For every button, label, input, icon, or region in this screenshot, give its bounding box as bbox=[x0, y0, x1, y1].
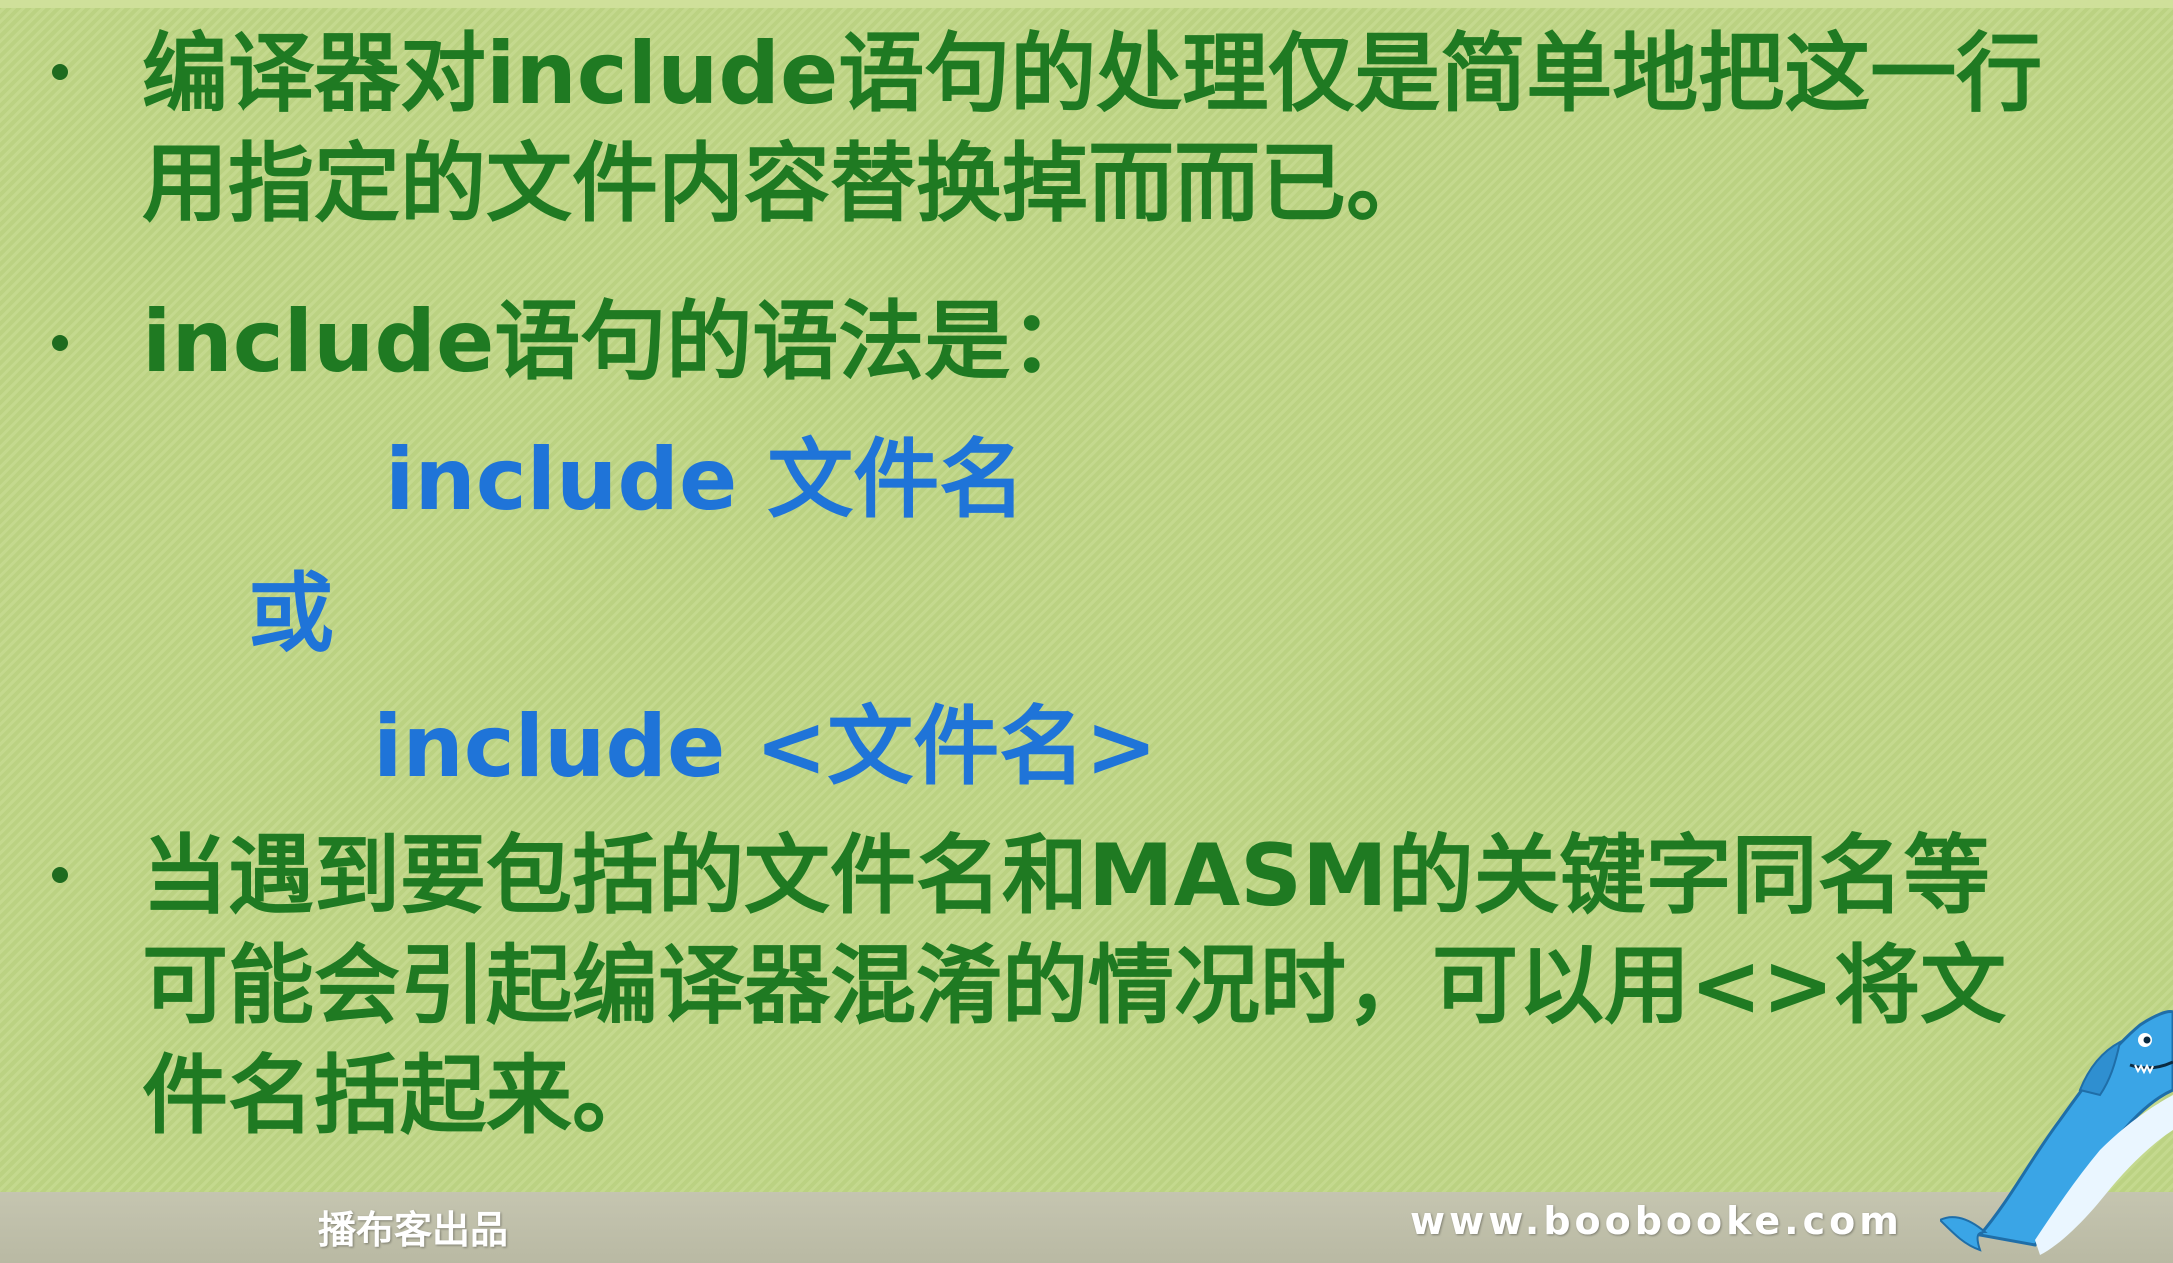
bullet-3-line-1: 当遇到要包括的文件名和MASM的关键字同名等 bbox=[142, 826, 1990, 926]
bullet-3-line-2: 可能会引起编译器混淆的情况时，可以用<>将文 bbox=[142, 936, 2007, 1036]
shark-mascot-icon bbox=[1940, 1010, 2173, 1255]
bullet-dot-3 bbox=[52, 867, 68, 883]
syntax-form-2: include <文件名> bbox=[373, 697, 1158, 797]
slide: 编译器对include语句的处理仅是简单地把这一行 用指定的文件内容替换掉而而已… bbox=[0, 0, 2173, 1263]
top-strip bbox=[0, 0, 2173, 8]
bullet-1-line-2: 用指定的文件内容替换掉而而已。 bbox=[142, 134, 1432, 234]
bullet-2-line-1: include语句的语法是： bbox=[142, 292, 1097, 392]
bullet-1-line-1: 编译器对include语句的处理仅是简单地把这一行 bbox=[142, 24, 2043, 124]
footer-site-url: www.boobooke.com bbox=[1410, 1199, 1903, 1243]
syntax-or: 或 bbox=[248, 564, 334, 664]
bullet-3-line-3: 件名括起来。 bbox=[142, 1046, 658, 1146]
syntax-form-1: include 文件名 bbox=[385, 430, 1026, 530]
bullet-dot-2 bbox=[52, 335, 68, 351]
footer-brand: 播布客出品 bbox=[318, 1208, 509, 1252]
bullet-dot-1 bbox=[52, 64, 68, 80]
